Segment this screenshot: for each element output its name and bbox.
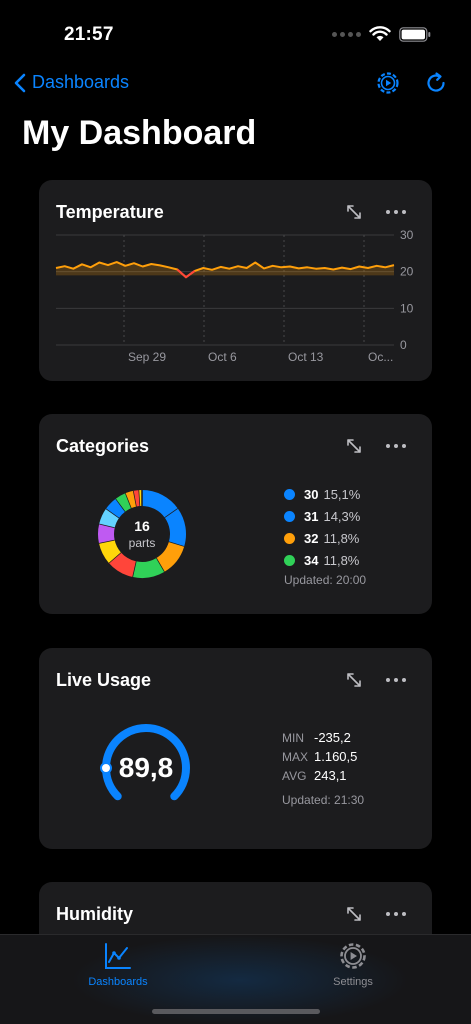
stat-label: AVG bbox=[282, 769, 307, 783]
more-button[interactable] bbox=[386, 672, 406, 688]
legend-label: 34 bbox=[304, 552, 319, 568]
stat-value: 243,1 bbox=[314, 768, 347, 783]
chevron-left-icon bbox=[14, 73, 26, 92]
expand-button[interactable] bbox=[346, 438, 362, 454]
legend-item: 31 14,3% bbox=[284, 505, 360, 527]
legend-dot bbox=[284, 488, 295, 500]
expand-button[interactable] bbox=[346, 672, 362, 688]
dashboard-settings-button[interactable] bbox=[375, 70, 401, 96]
card-title: Categories bbox=[56, 436, 150, 456]
back-button[interactable]: Dashboards bbox=[14, 72, 129, 93]
expand-icon bbox=[347, 439, 361, 453]
x-tick-label: Sep 29 bbox=[128, 350, 166, 364]
legend-item: 32 11,8% bbox=[284, 527, 360, 549]
back-button-label: Dashboards bbox=[32, 72, 130, 92]
card-title: Live Usage bbox=[56, 670, 152, 690]
stat-label: MAX bbox=[282, 750, 309, 764]
stat-row: MAX 1.160,5 bbox=[282, 749, 357, 768]
tab-settings[interactable]: Settings bbox=[293, 941, 413, 988]
x-tick-label: Oc... bbox=[368, 350, 393, 364]
legend-label: 31 bbox=[304, 508, 319, 524]
updated-label: Updated: 20:00 bbox=[284, 573, 367, 587]
y-tick-label: 20 bbox=[400, 265, 414, 279]
tab-dashboards[interactable]: Dashboards bbox=[58, 941, 178, 988]
legend-dot bbox=[284, 510, 295, 522]
expand-icon bbox=[347, 673, 361, 687]
nav-actions bbox=[375, 70, 449, 96]
cellular-signal-icon bbox=[332, 31, 361, 37]
gear-play-icon bbox=[340, 943, 366, 969]
wifi-icon bbox=[369, 26, 391, 41]
card-title: Humidity bbox=[56, 904, 134, 924]
donut-count: 16 bbox=[134, 518, 150, 534]
legend-dot bbox=[284, 532, 295, 544]
expand-icon bbox=[347, 907, 361, 921]
y-tick-label: 30 bbox=[400, 228, 414, 242]
more-button[interactable] bbox=[386, 906, 406, 922]
status-indicators bbox=[332, 26, 431, 42]
stat-value: 1.160,5 bbox=[314, 749, 358, 764]
legend-item: 34 11,8% bbox=[284, 549, 360, 571]
temperature-card[interactable]: Temperature 30 20 10 0 Sep 29 Oct 6 Oct 13 Oc..… bbox=[39, 180, 432, 381]
more-button[interactable] bbox=[386, 438, 406, 454]
x-tick-label: Oct 13 bbox=[288, 350, 324, 364]
refresh-icon bbox=[427, 72, 445, 92]
home-indicator bbox=[152, 1009, 320, 1014]
tab-label: Dashboards bbox=[88, 976, 148, 988]
chart-line-icon bbox=[105, 943, 131, 969]
stat-row: MIN -235,2 bbox=[282, 730, 357, 749]
tab-label: Settings bbox=[333, 976, 373, 988]
live-stats: MIN -235,2 MAX 1.160,5 AVG 243,1 bbox=[282, 730, 357, 787]
y-tick-label: 0 bbox=[400, 338, 407, 352]
legend-percent: 11,8% bbox=[323, 530, 360, 546]
expand-button[interactable] bbox=[346, 906, 362, 922]
updated-label: Updated: 21:30 bbox=[282, 793, 365, 807]
legend-item: 30 15,1% bbox=[284, 483, 360, 505]
donut-center: 16 parts bbox=[97, 489, 187, 579]
status-bar: 21:57 bbox=[0, 0, 471, 60]
stat-label: MIN bbox=[282, 731, 304, 745]
legend-label: 30 bbox=[304, 486, 319, 502]
live-usage-card[interactable]: Live Usage 89,8 MIN -235,2 MAX 1.160,5 A… bbox=[39, 648, 432, 849]
battery-icon bbox=[399, 26, 431, 42]
y-tick-label: 10 bbox=[400, 301, 414, 315]
gear-play-icon bbox=[377, 72, 399, 94]
page-title: My Dashboard bbox=[22, 114, 257, 152]
legend-percent: 15,1% bbox=[323, 486, 361, 502]
legend-dot bbox=[284, 554, 295, 566]
legend-label: 32 bbox=[304, 530, 319, 546]
x-tick-label: Oct 6 bbox=[208, 350, 237, 364]
donut-unit: parts bbox=[128, 536, 156, 550]
temperature-chart: 30 20 10 0 Sep 29 Oct 6 Oct 13 Oc... bbox=[55, 228, 414, 364]
categories-legend: 30 15,1% 31 14,3% 32 11,8% 34 11,8% bbox=[284, 483, 360, 571]
refresh-button[interactable] bbox=[423, 70, 449, 96]
legend-percent: 14,3% bbox=[323, 508, 361, 524]
stat-row: AVG 243,1 bbox=[282, 768, 357, 787]
categories-card[interactable]: Categories 16 parts 30 15,1% 31 14,3% 32 11,8… bbox=[39, 414, 432, 614]
gauge-value: 89,8 bbox=[118, 752, 174, 783]
legend-percent: 11,8% bbox=[323, 552, 360, 568]
status-time: 21:57 bbox=[64, 24, 114, 45]
stat-value: -235,2 bbox=[314, 730, 351, 745]
